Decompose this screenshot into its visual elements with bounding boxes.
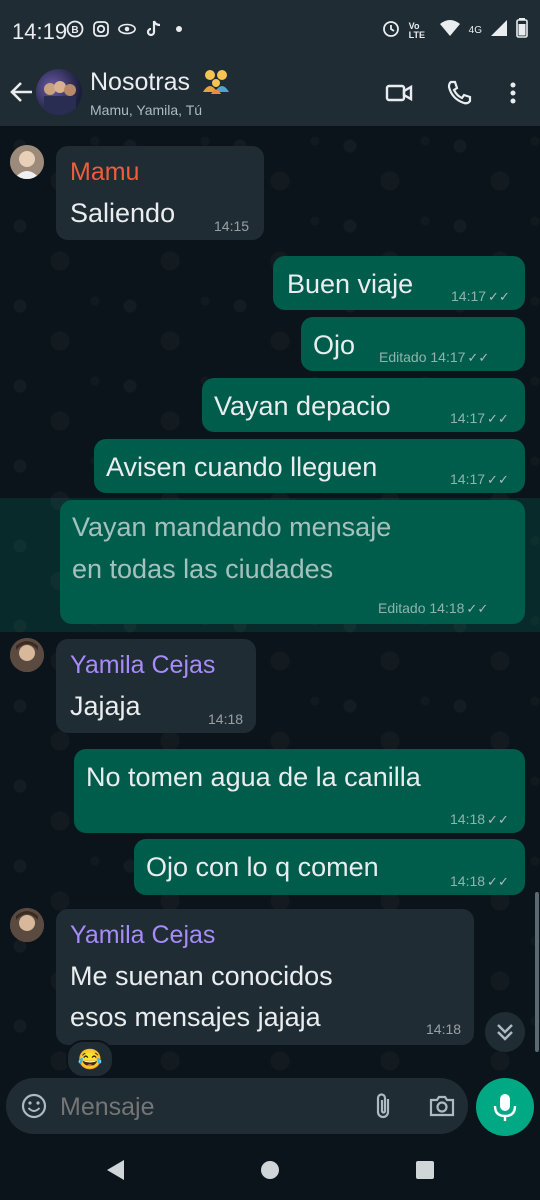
camera-icon[interactable] [428, 1092, 456, 1125]
message-text: Jajaja [70, 691, 141, 721]
nav-home-icon[interactable] [260, 1160, 280, 1185]
network-type-label: 4G [468, 25, 482, 36]
message-text: No tomen agua de la canilla [86, 762, 421, 792]
message-time: 14:17 [451, 288, 487, 304]
video-call-icon[interactable] [384, 78, 414, 108]
battery-icon [516, 18, 528, 43]
message-bubble-outgoing[interactable]: Vayan depacio 14:17 ✓✓ [202, 378, 525, 432]
chat-title-row[interactable]: Nosotras [90, 68, 231, 97]
edited-label: Editado [379, 349, 427, 365]
alarm-icon [381, 18, 401, 43]
status-bar: 14:19 B Vo LTE 4G [0, 0, 540, 60]
more-options-icon[interactable] [498, 78, 528, 108]
message-bubble-outgoing[interactable]: Buen viaje 14:17 ✓✓ [273, 256, 525, 310]
message-sender: Yamila Cejas [70, 921, 216, 949]
scrollbar-thumb[interactable] [535, 892, 539, 1052]
message-bubble-incoming[interactable]: Yamila Cejas Me suenan conocidos esos me… [56, 909, 474, 1045]
emoji-icon[interactable] [20, 1092, 48, 1125]
message-text-line: en todas las ciudades [72, 554, 334, 584]
message-text: Ojo [313, 330, 356, 360]
message-time: 14:15 [214, 218, 250, 234]
attach-paperclip-icon[interactable] [370, 1091, 398, 1126]
message-composer[interactable] [6, 1078, 468, 1134]
message-text: Saliendo [70, 198, 176, 228]
chat-title: Nosotras [90, 68, 191, 96]
message-bubble-outgoing[interactable]: Ojo con lo q comen 14:18 ✓✓ [134, 839, 525, 895]
sender-avatar-mamu[interactable] [10, 145, 44, 179]
read-ticks-icon: ✓✓ [487, 812, 509, 827]
notification-dot-icon [170, 20, 188, 38]
read-ticks-icon: ✓✓ [487, 874, 509, 889]
voice-call-icon[interactable] [444, 78, 474, 108]
message-time: 14:18 [450, 873, 486, 889]
microphone-icon [493, 1094, 517, 1121]
wifi-icon [439, 19, 461, 42]
read-ticks-icon: ✓✓ [488, 289, 510, 304]
message-bubble-outgoing[interactable]: No tomen agua de la canilla 14:18 ✓✓ [74, 749, 525, 833]
edited-label: Editado [378, 600, 426, 616]
status-time: 14:19 [12, 19, 68, 44]
message-input[interactable] [58, 1088, 342, 1126]
message-time: 14:18 [450, 811, 486, 827]
family-emoji-icon [201, 68, 231, 94]
message-bubble-outgoing[interactable]: Avisen cuando lleguen 14:17 ✓✓ [94, 439, 525, 493]
message-text-line: Vayan mandando mensaje [72, 512, 392, 542]
double-chevron-down-icon [497, 1024, 513, 1041]
instagram-icon [92, 20, 110, 38]
message-text: Buen viaje [287, 269, 414, 299]
message-bubble-incoming[interactable]: Yamila Cejas Jajaja 14:18 [56, 639, 256, 733]
read-ticks-icon: ✓✓ [467, 350, 490, 365]
message-text-line: Me suenan conocidos [70, 961, 333, 991]
message-time: 14:17 [450, 471, 486, 487]
scroll-to-bottom-button[interactable] [485, 1012, 525, 1052]
chat-header[interactable]: Nosotras Mamu, Yamila, Tú [0, 60, 540, 126]
message-time: 14:18 [429, 600, 465, 616]
reaction-badge[interactable]: 😂 [66, 1040, 114, 1078]
message-bubble-incoming[interactable]: Mamu Saliendo 14:15 [56, 146, 264, 240]
svg-text:B: B [71, 25, 78, 36]
eye-app-icon [118, 20, 136, 38]
laughing-emoji-icon: 😂 [77, 1048, 103, 1071]
message-bubble-outgoing[interactable]: Ojo Editado 14:17 ✓✓ [301, 317, 525, 371]
message-bubble-outgoing[interactable]: Vayan mandando mensaje en todas las ciud… [60, 500, 525, 624]
sender-avatar-yamila[interactable] [10, 638, 44, 672]
message-text: Avisen cuando lleguen [106, 452, 378, 482]
b-app-icon: B [66, 20, 84, 38]
message-text: Vayan depacio [214, 391, 391, 421]
nav-recents-icon[interactable] [415, 1160, 435, 1185]
participants-list: Mamu, Yamila, Tú [90, 102, 203, 118]
message-text: Ojo con lo q comen [146, 852, 379, 882]
voice-record-button[interactable] [476, 1078, 534, 1136]
message-time: 14:17 [450, 410, 486, 426]
read-ticks-icon: ✓✓ [487, 411, 509, 426]
message-time: 14:18 [208, 711, 244, 727]
message-time: 14:17 [430, 349, 466, 365]
read-ticks-icon: ✓✓ [487, 472, 509, 487]
message-text-line: esos mensajes jajaja [70, 1002, 321, 1032]
system-navigation-bar [0, 1140, 540, 1200]
group-avatar[interactable] [36, 69, 82, 115]
signal-icon [490, 19, 508, 42]
tiktok-icon [144, 20, 162, 38]
volte-icon: Vo LTE [408, 20, 425, 40]
read-ticks-icon: ✓✓ [466, 601, 489, 616]
sender-avatar-yamila[interactable] [10, 908, 44, 942]
back-arrow-icon[interactable] [8, 78, 36, 106]
message-time: 14:18 [426, 1021, 462, 1037]
nav-back-icon[interactable] [104, 1158, 126, 1187]
message-sender: Yamila Cejas [70, 651, 216, 679]
message-sender: Mamu [70, 158, 140, 186]
